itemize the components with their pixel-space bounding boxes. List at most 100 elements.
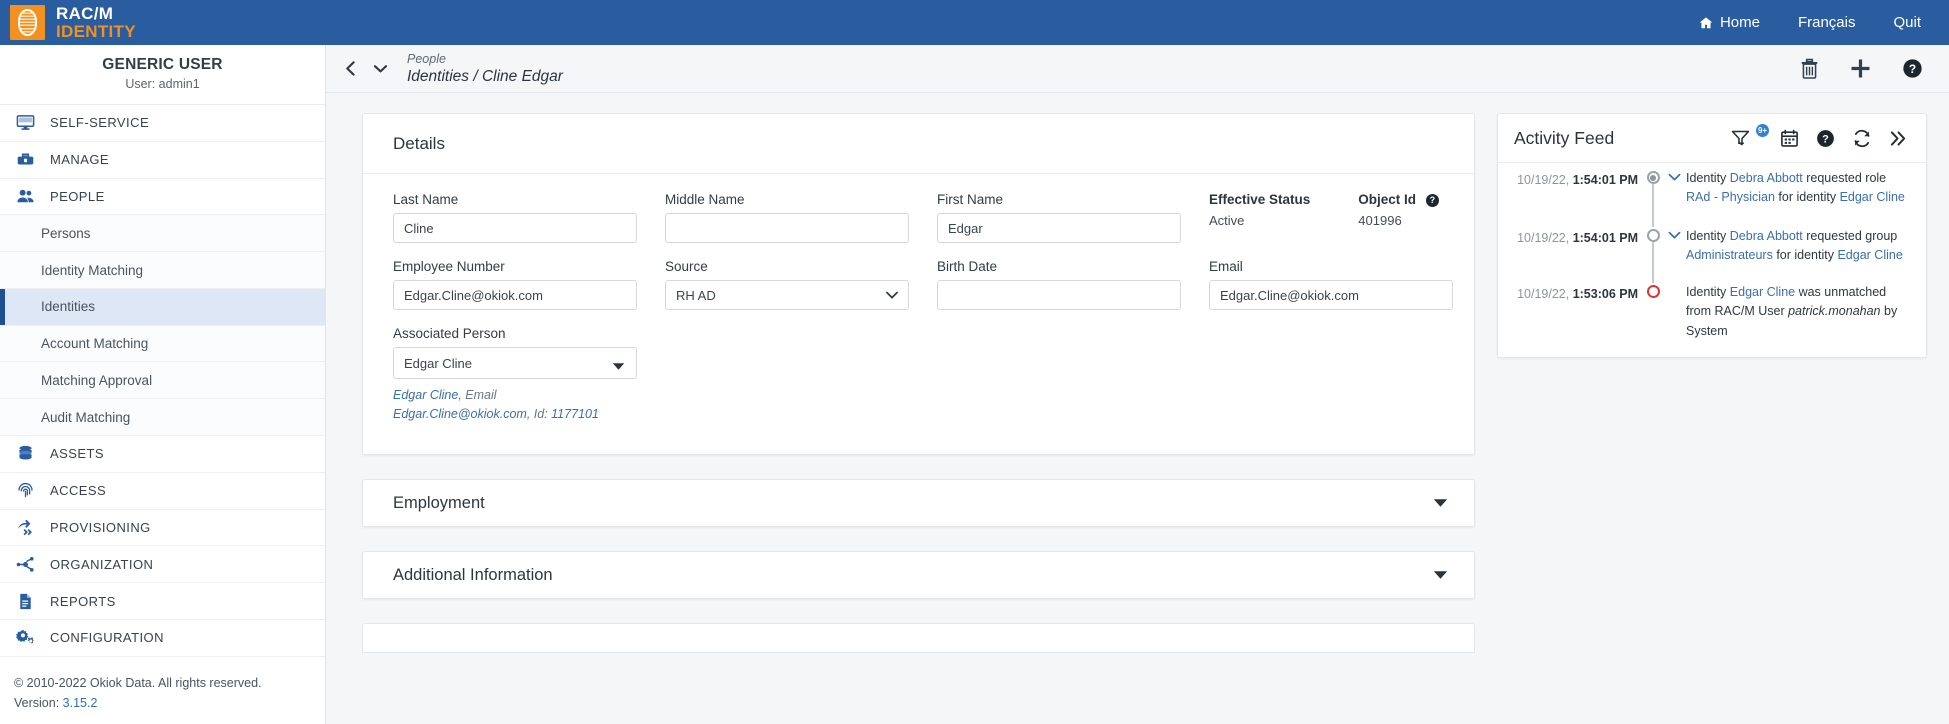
activity-part: for identity [1774,190,1840,205]
associated-person-input[interactable] [393,347,637,379]
sidebar-label-manage: MANAGE [50,152,110,168]
sidebar-item-assets[interactable]: ASSETS [0,436,325,473]
activity-link-identity[interactable]: Edgar Cline [1730,285,1795,299]
sidebar-label-organization: ORGANIZATION [50,556,154,572]
sidebar-label-people: PEOPLE [50,188,105,204]
footer-version-label: Version: [14,696,60,711]
activity-time: 1:54:01 PM [1572,231,1638,245]
sidebar-label-audit-matching: Audit Matching [41,409,131,425]
nav-quit[interactable]: Quit [1893,14,1921,31]
section-partial-card[interactable] [362,623,1475,653]
field-source: Source RH AD [665,259,909,310]
sidebar-item-provisioning[interactable]: PROVISIONING [0,510,325,547]
activity-text: Identity Edgar Cline was unmatched from … [1684,283,1910,341]
field-email: Email [1209,259,1453,310]
last-name-input[interactable] [393,213,637,243]
value-effective-status: Active [1209,213,1245,228]
birth-date-input[interactable] [937,280,1181,310]
timeline-dot-icon [1646,171,1660,184]
nav-francais[interactable]: Français [1798,14,1856,31]
source-select[interactable]: RH AD [665,280,909,310]
refresh-icon[interactable] [1852,129,1872,148]
email-input[interactable] [1209,280,1453,310]
link-person-email[interactable]: Edgar.Cline@okiok.com [393,407,527,421]
field-birth-date: Birth Date [937,259,1181,310]
object-id-help-icon[interactable]: ? [1425,193,1439,207]
sidebar-footer: © 2010-2022 Okiok Data. All rights reser… [0,657,325,724]
chevron-down-icon[interactable] [373,62,388,75]
delete-icon[interactable] [1800,58,1819,79]
add-icon[interactable] [1850,58,1871,79]
label-employee-number: Employee Number [393,259,505,274]
field-first-name: First Name [937,192,1181,243]
expand-chevron-icon[interactable] [1668,169,1684,227]
calendar-icon[interactable] [1780,129,1799,148]
svg-text:?: ? [1909,62,1916,76]
filter-badge: 9+ [1756,124,1769,137]
activity-link-role[interactable]: RAd - Physician [1686,190,1775,204]
sidebar-item-identity-matching[interactable]: Identity Matching [0,252,325,289]
sidebar-label-self-service: SELF-SERVICE [50,115,150,131]
sidebar-item-manage[interactable]: MANAGE [0,142,325,179]
sidebar-label-reports: REPORTS [50,593,116,609]
sidebar-item-self-service[interactable]: SELF-SERVICE [0,105,325,142]
footer-copyright: © 2010-2022 Okiok Data. All rights reser… [14,675,262,690]
label-object-id: Object Id [1358,192,1417,207]
sidebar-item-matching-approval[interactable]: Matching Approval [0,362,325,400]
link-id-label: , Id: [526,407,552,421]
section-additional-information[interactable]: Additional Information [362,551,1475,599]
chevron-down-icon [1433,496,1448,511]
sidebar: GENERIC USER User: admin1 SELF-SERVICE M… [0,45,326,724]
footer-version-value[interactable]: 3.15.2 [63,696,98,710]
section-employment[interactable]: Employment [362,479,1475,527]
field-object-id: Object Id ? 401996 [1358,192,1439,243]
nav-home[interactable]: Home [1699,14,1760,31]
activity-part: requested role [1802,171,1887,185]
activity-feed-column: Activity Feed 9+ ? 10/19/22, 1:54:01 PM … [1497,113,1927,724]
field-effective-status: Effective Status Active [1209,192,1310,243]
brand-logo[interactable]: RAC/M IDENTITY [0,5,136,40]
sidebar-item-audit-matching[interactable]: Audit Matching [0,399,325,437]
section-employment-title: Employment [393,493,485,512]
activity-part: Identity [1686,229,1730,243]
sidebar-label-provisioning: PROVISIONING [50,519,151,535]
back-icon[interactable] [344,61,357,76]
activity-time: 1:54:01 PM [1572,173,1638,187]
activity-link-identity[interactable]: Edgar Cline [1840,190,1905,204]
nav-home-label: Home [1719,14,1760,31]
activity-date: 10/19/22, [1517,231,1573,245]
timeline-dot-icon [1646,229,1660,242]
collapse-icon[interactable] [1889,130,1908,147]
first-name-input[interactable] [937,213,1181,243]
sidebar-item-identities[interactable]: Identities [0,288,325,326]
top-bar: RAC/M IDENTITY Home Français Quit [0,0,1949,45]
activity-part: for identity [1772,248,1838,263]
people-icon [15,186,36,207]
help-icon[interactable]: ? [1816,129,1835,148]
expand-chevron-icon[interactable] [1668,227,1684,283]
breadcrumb-parent[interactable]: People [407,51,563,67]
filter-icon[interactable]: 9+ [1731,124,1769,148]
sidebar-item-access[interactable]: ACCESS [0,473,325,510]
help-icon[interactable]: ? [1902,58,1923,79]
activity-link-actor[interactable]: Debra Abbott [1730,229,1803,243]
main-area: People Identities / Cline Edgar ? Detail [326,45,1949,724]
sidebar-item-reports[interactable]: REPORTS [0,583,325,620]
link-person-name[interactable]: Edgar Cline [393,388,458,402]
employee-number-input[interactable] [393,280,637,310]
sidebar-item-organization[interactable]: ORGANIZATION [0,546,325,584]
activity-link-identity[interactable]: Edgar Cline [1837,248,1902,262]
timeline-dot-icon [1646,285,1660,298]
activity-feed-item: 10/19/22, 1:53:06 PM Identity Edgar Clin… [1514,283,1910,341]
middle-name-input[interactable] [665,213,909,243]
activity-link-actor[interactable]: Debra Abbott [1730,171,1803,185]
activity-part: Identity [1686,285,1730,299]
link-person-id[interactable]: 1177101 [551,407,599,421]
sidebar-item-configuration[interactable]: CONFIGURATION [0,620,325,657]
nav-quit-label: Quit [1893,14,1921,31]
sidebar-item-persons[interactable]: Persons [0,215,325,253]
activity-link-group[interactable]: Administrateurs [1686,248,1773,262]
sidebar-item-people[interactable]: PEOPLE [0,179,325,216]
label-first-name: First Name [937,192,1004,207]
sidebar-item-account-matching[interactable]: Account Matching [0,325,325,363]
